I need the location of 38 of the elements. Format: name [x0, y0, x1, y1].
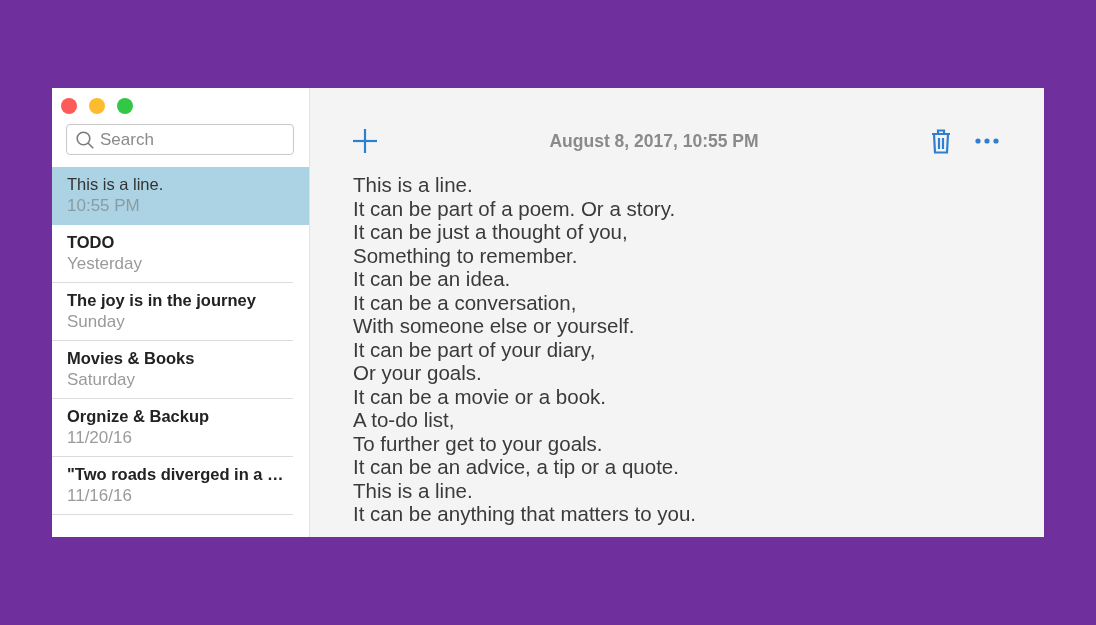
note-line: This is a line. [353, 173, 474, 197]
note-date: 11/16/16 [67, 485, 133, 507]
note-line: This is a line. [353, 478, 474, 502]
note-date: Yesterday [67, 253, 143, 275]
search-icon [76, 131, 94, 149]
note-title: This is a line. [67, 174, 165, 195]
plus-icon [353, 129, 377, 153]
zoom-button[interactable] [117, 98, 133, 114]
note-line: Something to remember. [353, 243, 579, 267]
note-title: The joy is in the journey [67, 290, 257, 311]
close-button[interactable] [61, 98, 77, 114]
add-button[interactable] [353, 129, 377, 153]
note-line: It can be an idea. [353, 267, 512, 291]
note-line: It can be part of a poem. Or a story. [353, 196, 677, 220]
note-timestamp: August 8, 2017, 10:55 PM [549, 129, 759, 153]
note-title: "Two roads diverged in a … [67, 464, 285, 485]
note-line: With someone else or yourself. [353, 314, 636, 338]
ellipsis-icon [975, 138, 999, 144]
note-line: To further get to your goals. [353, 431, 604, 455]
note-line: Or your goals. [353, 361, 483, 385]
note-date: Saturday [67, 369, 137, 391]
note-line: It can be anything that matters to you. [353, 502, 697, 526]
note-line: It can be a movie or a book. [353, 384, 607, 408]
note-title: TODO [67, 232, 116, 253]
note-date: 11/20/16 [67, 427, 133, 449]
note-line: It can be an advice, a tip or a quote. [353, 455, 680, 479]
delete-button[interactable] [931, 128, 951, 154]
note-line: It can be just a thought of you, [353, 220, 629, 244]
note-date: Sunday [67, 311, 126, 333]
search-field[interactable]: Search [66, 124, 294, 155]
note-title: Movies & Books [67, 348, 196, 369]
note-title: Orgnize & Backup [67, 406, 211, 427]
note-line: A to-do list, [353, 408, 456, 432]
note-date: 10:55 PM [67, 195, 141, 217]
note-line: It can be part of your diary, [353, 337, 597, 361]
trash-icon [931, 128, 951, 154]
note-line: It can be a conversation, [353, 290, 578, 314]
note-list-item[interactable]: This is a line. 10:55 PM [52, 167, 309, 225]
